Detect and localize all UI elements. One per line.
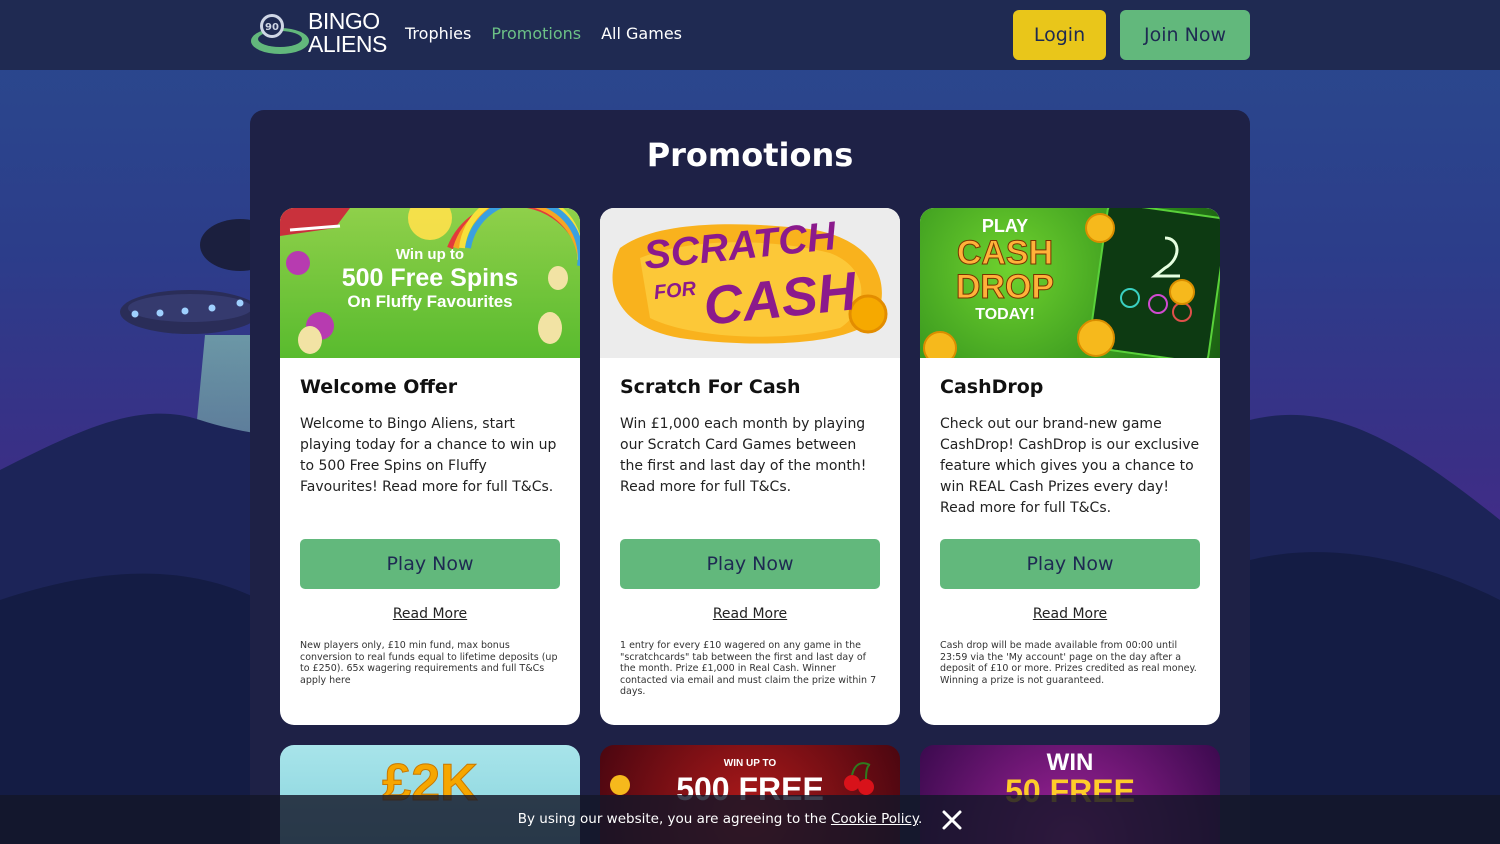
cookie-text: By using our website, you are agreeing t… — [517, 811, 827, 827]
welcome-offer-banner[interactable]: Win up to 500 Free Spins On Fluffy Favou… — [280, 208, 580, 358]
card-title: Welcome Offer — [300, 376, 458, 398]
scratch-for-cash-banner[interactable]: SCRATCH FOR CASH — [600, 208, 900, 358]
card-description: Check out our brand-new game CashDrop! C… — [940, 416, 1200, 516]
page-title: Promotions — [646, 136, 854, 174]
cash-drop-banner[interactable]: PLAY CASH DROP TODAY! — [920, 208, 1220, 358]
card-terms: Cash drop will be made available from 00… — [940, 640, 1197, 686]
card-title: CashDrop — [940, 376, 1044, 398]
read-more-link[interactable]: Read More — [280, 606, 580, 622]
nav-all-games[interactable]: All Games — [601, 24, 682, 43]
promo-card-welcome: Win up to 500 Free Spins On Fluffy Favou… — [280, 208, 580, 725]
play-now-button[interactable]: Play Now — [620, 539, 880, 589]
card-description: Win £1,000 each month by playing our Scr… — [620, 416, 867, 495]
alien-logo-icon: 90 — [251, 14, 309, 54]
play-now-button[interactable]: Play Now — [300, 539, 560, 589]
welcome-banner-line3: On Fluffy Favourites — [347, 292, 513, 311]
cookie-suffix: . — [917, 811, 923, 827]
promo-card-scratch: SCRATCH FOR CASH Scratch For Cash Win £1… — [600, 208, 900, 725]
join-now-button[interactable]: Join Now — [1120, 10, 1250, 60]
promo-card-cashdrop: PLAY CASH DROP TODAY! CashDrop Check out… — [920, 208, 1220, 725]
card-description: Welcome to Bingo Aliens, start playing t… — [300, 416, 557, 495]
login-button[interactable]: Login — [1013, 10, 1106, 60]
card-title: Scratch For Cash — [620, 376, 801, 398]
cashdrop-banner-line4: TODAY! — [975, 306, 1035, 323]
site-logo[interactable]: 90 BINGO ALIENS — [250, 8, 390, 62]
logo-wordmark: BINGO ALIENS — [308, 8, 387, 57]
welcome-banner-line1: Win up to — [395, 246, 465, 263]
read-more-link[interactable]: Read More — [920, 606, 1220, 622]
read-more-link[interactable]: Read More — [600, 606, 900, 622]
nav-trophies[interactable]: Trophies — [405, 24, 471, 43]
play-now-button[interactable]: Play Now — [940, 539, 1200, 589]
cashdrop-banner-line3: DROP — [955, 268, 1055, 307]
cookie-policy-link[interactable]: Cookie Policy — [831, 811, 918, 827]
cookie-message: By using our website, you are agreeing t… — [0, 811, 1440, 827]
svg-text:90: 90 — [265, 22, 279, 33]
main-nav: Trophies Promotions All Games — [405, 24, 682, 43]
nav-promotions[interactable]: Promotions — [491, 24, 581, 43]
site-header: 90 BINGO ALIENS Trophies Promotions All … — [0, 0, 1500, 70]
promo-500-small: WIN UP TO — [723, 758, 777, 769]
card-terms: New players only, £10 min fund, max bonu… — [300, 640, 558, 686]
welcome-banner-line2: 500 Free Spins — [341, 264, 519, 292]
cookie-banner: By using our website, you are agreeing t… — [0, 795, 1500, 844]
close-icon[interactable] — [940, 808, 964, 832]
card-terms: 1 entry for every £10 wagered on any gam… — [620, 640, 877, 697]
